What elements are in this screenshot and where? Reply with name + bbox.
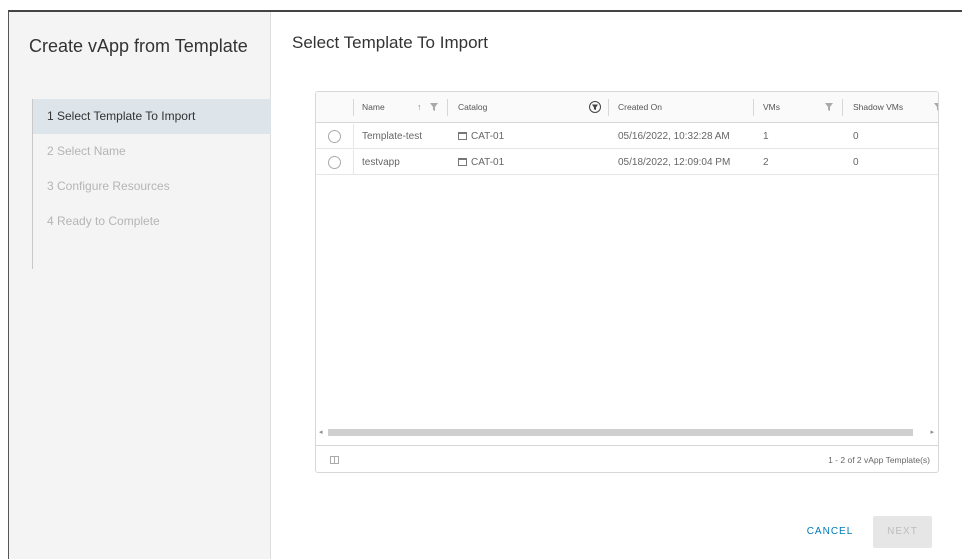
column-toggle-icon[interactable] xyxy=(330,456,339,464)
horizontal-scrollbar[interactable]: ◂ ▸ xyxy=(316,427,938,438)
column-separator xyxy=(353,99,354,116)
table-row[interactable]: Template-test CAT-01 05/16/2022, 10:32:2… xyxy=(316,124,938,149)
catalog-icon xyxy=(458,158,467,166)
column-separator xyxy=(353,150,354,175)
cell-vms: 1 xyxy=(763,131,769,142)
filter-active-icon[interactable] xyxy=(589,101,601,113)
step-select-name[interactable]: 2 Select Name xyxy=(33,134,271,169)
column-separator xyxy=(753,99,754,116)
cell-created-on: 05/18/2022, 12:09:04 PM xyxy=(618,157,731,168)
table-row[interactable]: testvapp CAT-01 05/18/2022, 12:09:04 PM … xyxy=(316,150,938,175)
filter-icon[interactable] xyxy=(934,103,939,111)
column-separator xyxy=(353,124,354,149)
cell-catalog: CAT-01 xyxy=(458,150,504,175)
row-select-radio[interactable] xyxy=(328,156,341,169)
filter-icon[interactable] xyxy=(825,103,833,111)
scroll-left-icon[interactable]: ◂ xyxy=(319,427,323,438)
cell-name: testvapp xyxy=(362,157,400,168)
column-header-vms[interactable]: VMs xyxy=(763,92,780,123)
cell-shadow-vms: 0 xyxy=(853,131,859,142)
column-separator xyxy=(842,99,843,116)
page-title: Select Template To Import xyxy=(292,33,488,52)
cell-vms: 2 xyxy=(763,157,769,168)
cell-created-on: 05/16/2022, 10:32:28 AM xyxy=(618,131,730,142)
next-button[interactable]: NEXT xyxy=(873,516,932,548)
column-header-created-on[interactable]: Created On xyxy=(618,92,662,123)
column-header-catalog[interactable]: Catalog xyxy=(458,92,487,123)
step-configure-resources[interactable]: 3 Configure Resources xyxy=(33,169,271,204)
column-separator xyxy=(447,99,448,116)
step-ready-to-complete[interactable]: 4 Ready to Complete xyxy=(33,204,271,239)
catalog-name: CAT-01 xyxy=(471,131,505,142)
grid-header: Name ↑ Catalog Created On VMs Shadow VMs xyxy=(316,92,938,123)
catalog-icon xyxy=(458,132,467,140)
wizard-steps: 1 Select Template To Import 2 Select Nam… xyxy=(32,99,271,269)
cell-catalog: CAT-01 xyxy=(458,124,504,149)
sort-asc-icon[interactable]: ↑ xyxy=(417,102,422,112)
scroll-right-icon[interactable]: ▸ xyxy=(930,427,934,438)
template-grid: Name ↑ Catalog Created On VMs Shadow VMs xyxy=(315,91,939,473)
wizard-modal: Create vApp from Template 1 Select Templ… xyxy=(8,10,962,559)
column-separator xyxy=(608,99,609,116)
step-select-template[interactable]: 1 Select Template To Import xyxy=(33,99,271,134)
row-select-radio[interactable] xyxy=(328,130,341,143)
pagination-summary: 1 - 2 of 2 vApp Template(s) xyxy=(828,455,930,465)
filter-icon[interactable] xyxy=(430,103,438,111)
cell-name: Template-test xyxy=(362,131,423,142)
cell-shadow-vms: 0 xyxy=(853,157,859,168)
column-header-name[interactable]: Name xyxy=(362,92,385,123)
scrollbar-thumb[interactable] xyxy=(328,429,913,436)
cancel-button[interactable]: CANCEL xyxy=(795,516,865,548)
wizard-sidebar: Create vApp from Template 1 Select Templ… xyxy=(9,12,271,559)
column-header-shadow-vms[interactable]: Shadow VMs xyxy=(853,92,903,123)
grid-footer: 1 - 2 of 2 vApp Template(s) xyxy=(316,445,938,472)
catalog-name: CAT-01 xyxy=(471,157,505,168)
wizard-title: Create vApp from Template xyxy=(29,36,248,56)
